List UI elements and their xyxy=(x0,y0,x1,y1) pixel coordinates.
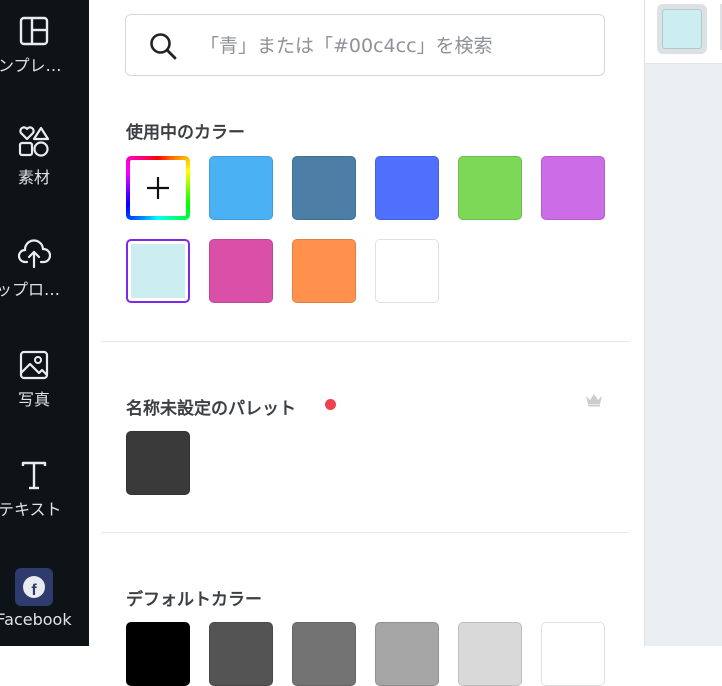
editor-toolbar xyxy=(645,0,722,64)
editor-area xyxy=(644,0,722,646)
cloud-upload-icon xyxy=(17,239,51,269)
current-color-button[interactable] xyxy=(657,4,707,54)
sidebar-item-label: 写真 xyxy=(17,390,50,409)
add-color-button[interactable] xyxy=(126,156,190,220)
image-icon xyxy=(19,350,49,380)
color-swatch[interactable] xyxy=(209,239,273,303)
color-swatch[interactable] xyxy=(126,431,190,495)
palette-title: 名称未設定のパレット xyxy=(126,399,296,419)
color-panel: 使用中のカラー 名称未設定のパレット デフォルトカラー xyxy=(89,0,644,686)
left-sidebar: ンプレ… 素材 ップロ… 写真 テキスト f Facebook xyxy=(0,0,89,646)
color-search-input[interactable] xyxy=(198,29,592,63)
templates-icon xyxy=(19,16,49,46)
text-icon xyxy=(21,461,47,490)
section-divider xyxy=(101,341,629,342)
color-swatch[interactable] xyxy=(458,156,522,220)
color-swatch[interactable] xyxy=(375,622,439,686)
sidebar-item-label: 素材 xyxy=(17,168,50,187)
sidebar-item-label: Facebook xyxy=(0,610,72,629)
current-color-chip xyxy=(662,9,702,49)
default-colors-title: デフォルトカラー xyxy=(126,590,262,610)
shapes-icon xyxy=(18,126,50,157)
color-swatch[interactable] xyxy=(126,239,190,303)
color-swatch[interactable] xyxy=(541,156,605,220)
plus-icon xyxy=(147,177,169,199)
crown-icon[interactable] xyxy=(584,391,604,407)
section-divider xyxy=(101,532,629,533)
unsaved-indicator-dot xyxy=(325,399,336,410)
color-swatch[interactable] xyxy=(375,239,439,303)
color-swatch[interactable] xyxy=(126,622,190,686)
color-swatch[interactable] xyxy=(292,239,356,303)
color-swatch[interactable] xyxy=(209,622,273,686)
color-swatch[interactable] xyxy=(292,622,356,686)
color-swatch[interactable] xyxy=(458,622,522,686)
color-swatch[interactable] xyxy=(375,156,439,220)
color-search-box[interactable] xyxy=(125,14,605,76)
in-use-colors-title: 使用中のカラー xyxy=(126,123,245,143)
color-swatch[interactable] xyxy=(292,156,356,220)
color-swatch[interactable] xyxy=(541,622,605,686)
search-icon xyxy=(150,33,177,60)
facebook-icon: f xyxy=(15,568,53,606)
color-swatch[interactable] xyxy=(209,156,273,220)
